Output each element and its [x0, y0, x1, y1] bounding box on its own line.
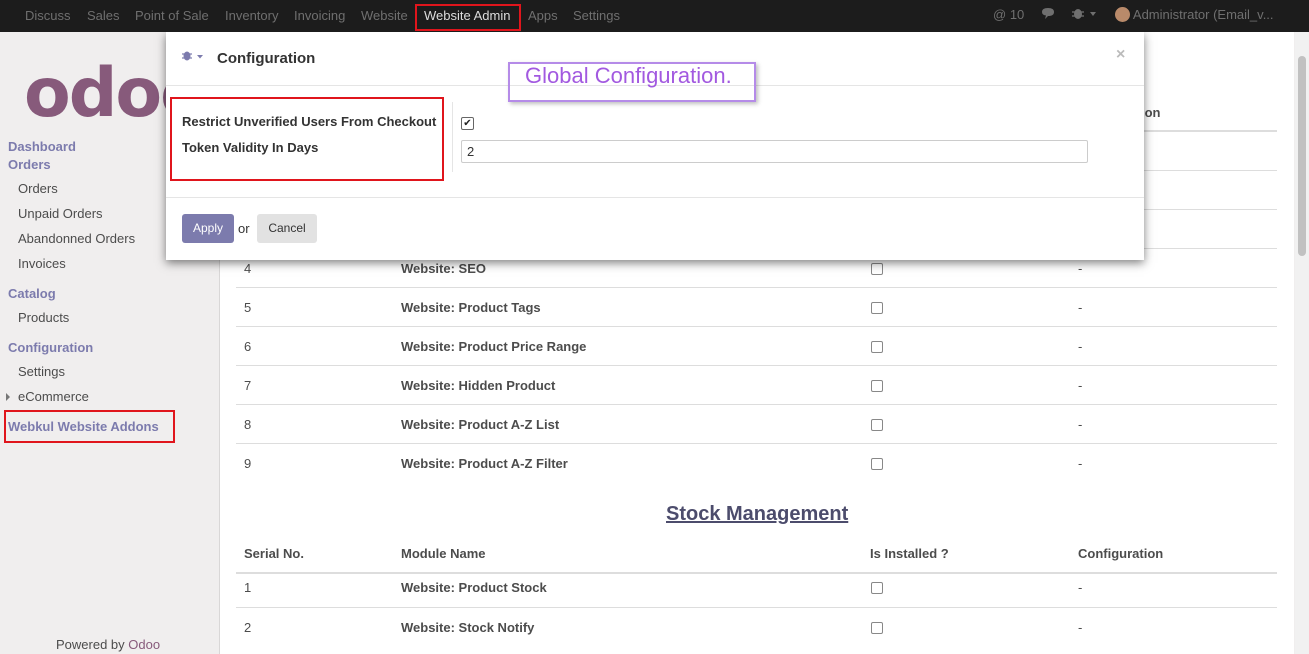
global-configuration-annotation: Global Configuration.: [525, 63, 732, 88]
cancel-button[interactable]: Cancel: [257, 214, 317, 243]
sidebar-item-settings[interactable]: Settings: [18, 364, 65, 379]
sidebar-item-invoices[interactable]: Invoices: [18, 256, 66, 271]
token-validity-label: Token Validity In Days: [182, 140, 319, 155]
menu-settings[interactable]: Settings: [573, 8, 620, 23]
sidebar-item-abandonned-orders[interactable]: Abandonned Orders: [18, 231, 135, 246]
module-name-cell: Website: Product A-Z List: [401, 417, 560, 432]
installed-checkbox[interactable]: [871, 622, 883, 634]
user-menu[interactable]: Administrator (Email_v...: [1115, 7, 1274, 22]
column-header-is-installed: Is Installed ?: [870, 546, 949, 561]
table-row: 5 Website: Product Tags -: [236, 287, 1277, 326]
fields-highlight: [170, 97, 444, 181]
sidebar-item-ecommerce[interactable]: eCommerce: [18, 389, 89, 404]
sidebar-item-orders[interactable]: Orders: [18, 181, 58, 196]
odoo-link[interactable]: Odoo: [128, 637, 160, 652]
serial-cell: 5: [244, 300, 252, 315]
or-text: or: [238, 221, 250, 236]
menu-point-of-sale[interactable]: Point of Sale: [135, 8, 209, 23]
column-header-configuration: Configuration: [1078, 546, 1164, 561]
sidebar-heading-configuration[interactable]: Configuration: [8, 340, 93, 355]
stock-management-title: Stock Management: [666, 503, 849, 525]
user-name: Administrator (Email_v...: [1132, 7, 1274, 22]
sidebar-heading-dashboard[interactable]: Dashboard: [8, 139, 76, 154]
module-name-cell: Website: Stock Notify: [401, 620, 535, 635]
debug-bug-icon[interactable]: [1072, 7, 1098, 23]
close-icon[interactable]: ×: [1116, 46, 1125, 64]
configuration-cell: -: [1078, 456, 1083, 471]
installed-checkbox[interactable]: [871, 582, 883, 594]
module-name-cell: Website: Product Stock: [401, 580, 547, 595]
configuration-cell: -: [1078, 300, 1083, 315]
restrict-unverified-label: Restrict Unverified Users From Checkout: [182, 114, 437, 129]
installed-checkbox[interactable]: [871, 302, 883, 314]
installed-checkbox[interactable]: [871, 458, 883, 470]
token-validity-input[interactable]: 2: [461, 140, 1088, 163]
menu-inventory[interactable]: Inventory: [225, 8, 278, 23]
sidebar-item-products[interactable]: Products: [18, 310, 69, 325]
table-row: 2 Website: Stock Notify -: [236, 607, 1277, 646]
installed-checkbox[interactable]: [871, 341, 883, 353]
restrict-unverified-checkbox[interactable]: ✔: [461, 117, 474, 130]
installed-checkbox[interactable]: [871, 380, 883, 392]
module-name-cell: Website: Product A-Z Filter: [401, 456, 568, 471]
configuration-cell: -: [1078, 620, 1083, 635]
menu-discuss[interactable]: Discuss: [25, 8, 71, 23]
table-row: 1 Website: Product Stock -: [236, 568, 1277, 606]
powered-by: Powered by Odoo: [56, 637, 160, 652]
serial-cell: 8: [244, 417, 252, 432]
configuration-cell: -: [1078, 417, 1083, 432]
module-name-cell: Website: Hidden Product: [401, 378, 556, 393]
configuration-modal: Configuration × Global Configuration. Re…: [166, 32, 1144, 260]
table-row: 7 Website: Hidden Product -: [236, 365, 1277, 404]
modal-title: Configuration: [217, 50, 316, 67]
webkul-addons-highlight: [4, 410, 175, 443]
website-admin-highlight: [415, 4, 521, 31]
serial-cell: 7: [244, 378, 252, 393]
menu-invoicing[interactable]: Invoicing: [294, 8, 345, 23]
column-header-module-name: Module Name: [401, 546, 486, 561]
page-scrollbar[interactable]: [1295, 32, 1309, 654]
at-icon: @: [993, 7, 1007, 22]
chat-icon[interactable]: [1041, 7, 1057, 23]
module-name-cell: Website: SEO: [401, 261, 487, 276]
avatar: [1115, 7, 1130, 22]
modal-footer-divider: [166, 197, 1144, 198]
installed-checkbox[interactable]: [871, 263, 883, 275]
scrollbar-thumb[interactable]: [1298, 56, 1306, 256]
field-divider: [452, 102, 453, 172]
configuration-cell: -: [1078, 339, 1083, 354]
menu-sales[interactable]: Sales: [87, 8, 120, 23]
caret-right-icon: [6, 393, 10, 401]
powered-by-label: Powered by: [56, 637, 125, 652]
serial-cell: 1: [244, 580, 252, 595]
debug-bug-icon[interactable]: [182, 50, 206, 65]
table-row: 9 Website: Product A-Z Filter -: [236, 443, 1277, 482]
serial-cell: 4: [244, 261, 252, 276]
mentions-count: 10: [1009, 7, 1025, 22]
serial-cell: 2: [244, 620, 252, 635]
apply-button[interactable]: Apply: [182, 214, 234, 243]
sidebar-heading-orders[interactable]: Orders: [8, 157, 51, 172]
mentions-indicator[interactable]: @ 10: [993, 7, 1024, 22]
installed-checkbox[interactable]: [871, 419, 883, 431]
configuration-cell: -: [1078, 580, 1083, 595]
menu-website[interactable]: Website: [361, 8, 408, 23]
module-name-cell: Website: Product Tags: [401, 300, 541, 315]
top-navbar: Discuss Sales Point of Sale Inventory In…: [0, 0, 1309, 32]
module-name-cell: Website: Product Price Range: [401, 339, 587, 354]
serial-cell: 6: [244, 339, 252, 354]
column-header-serial: Serial No.: [244, 546, 304, 561]
configuration-cell: -: [1078, 261, 1083, 276]
menu-apps[interactable]: Apps: [528, 8, 558, 23]
sidebar-heading-catalog[interactable]: Catalog: [8, 286, 56, 301]
table-row: 8 Website: Product A-Z List -: [236, 404, 1277, 443]
serial-cell: 9: [244, 456, 252, 471]
sidebar-item-unpaid-orders[interactable]: Unpaid Orders: [18, 206, 103, 221]
configuration-cell: -: [1078, 378, 1083, 393]
table-row: 6 Website: Product Price Range -: [236, 326, 1277, 365]
